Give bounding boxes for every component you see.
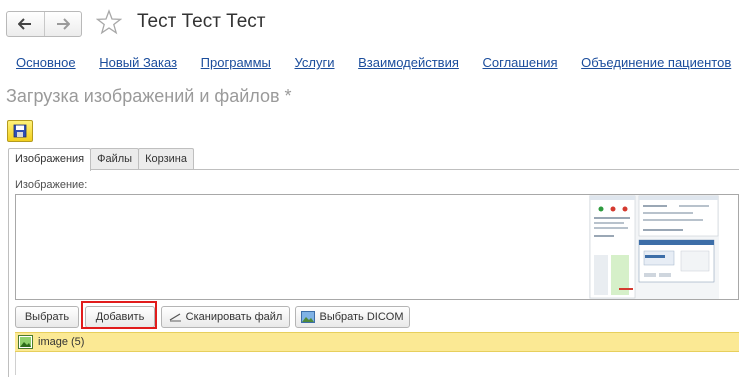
image-field-label: Изображение: xyxy=(15,179,88,191)
arrow-right-icon xyxy=(56,18,70,30)
select-dicom-button[interactable]: Выбрать DICOM xyxy=(295,306,410,328)
scan-file-button-label: Сканировать файл xyxy=(185,311,283,323)
tab-trash[interactable]: Корзина xyxy=(138,148,194,170)
select-button-label: Выбрать xyxy=(24,311,70,323)
back-button[interactable] xyxy=(7,12,44,36)
tab-images[interactable]: Изображения xyxy=(8,148,92,171)
form-title: Загрузка изображений и файлов * xyxy=(6,86,292,106)
section-links: Основное Новый Заказ Программы Услуги Вз… xyxy=(16,55,739,73)
file-list-area xyxy=(15,352,739,375)
select-button[interactable]: Выбрать xyxy=(15,306,79,328)
link-merge-patients[interactable]: Объединение пациентов xyxy=(581,55,731,70)
scan-file-button[interactable]: Сканировать файл xyxy=(161,306,290,328)
arrow-left-icon xyxy=(18,18,32,30)
select-dicom-button-label: Выбрать DICOM xyxy=(319,311,404,323)
floppy-disk-icon xyxy=(13,124,27,138)
link-interactions[interactable]: Взаимодействия xyxy=(358,55,459,70)
star-outline-icon xyxy=(95,9,123,35)
tab-files[interactable]: Файлы xyxy=(90,148,140,170)
image-thumbnail xyxy=(589,195,719,299)
list-item[interactable]: image (5) xyxy=(15,332,739,352)
favorite-button[interactable] xyxy=(95,9,123,40)
save-button[interactable] xyxy=(7,120,33,142)
link-main[interactable]: Основное xyxy=(16,55,76,70)
link-services[interactable]: Услуги xyxy=(295,55,335,70)
forward-button[interactable] xyxy=(43,12,82,36)
image-preview[interactable] xyxy=(15,194,739,300)
add-button-highlight xyxy=(81,301,157,329)
link-programs[interactable]: Программы xyxy=(201,55,271,70)
link-new-order[interactable]: Новый Заказ xyxy=(99,55,177,70)
scanner-icon xyxy=(169,313,181,322)
list-item-label: image (5) xyxy=(38,336,85,348)
navigation-buttons xyxy=(6,11,82,37)
window-title: Тест Тест Тест xyxy=(137,11,266,32)
tab-bar: Изображения Файлы Корзина xyxy=(8,148,194,171)
link-agreements[interactable]: Соглашения xyxy=(483,55,558,70)
image-file-icon xyxy=(18,335,33,349)
picture-icon xyxy=(301,311,316,323)
